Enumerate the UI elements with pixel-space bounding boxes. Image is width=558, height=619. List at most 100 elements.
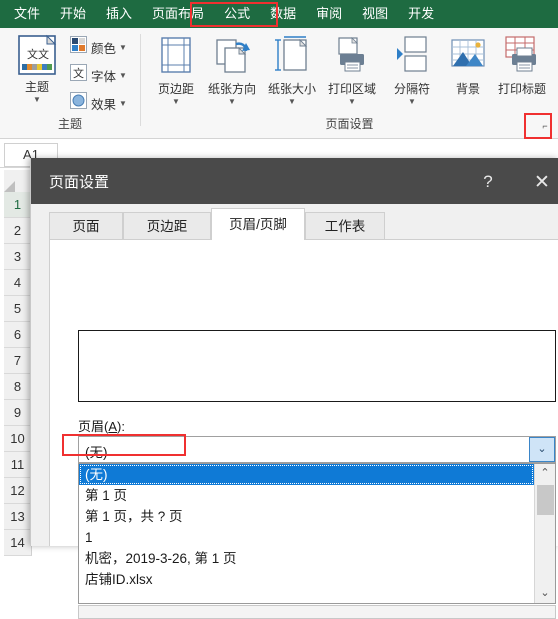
row-header[interactable]: 8 xyxy=(4,374,32,400)
chevron-down-icon[interactable]: ▼ xyxy=(205,97,259,107)
dialog-title-bar[interactable]: 页面设置 ? ✕ xyxy=(31,158,558,204)
header-combo-box[interactable]: (无) ⌄ xyxy=(78,436,556,463)
page-setup-dialog-launcher[interactable]: ⌐ xyxy=(538,119,552,133)
theme-icon: 文 文 xyxy=(16,34,58,80)
row-header[interactable]: 2 xyxy=(4,218,32,244)
list-item[interactable]: 1 xyxy=(79,527,534,548)
row-header[interactable]: 7 xyxy=(4,348,32,374)
row-header[interactable]: 4 xyxy=(4,270,32,296)
chevron-down-icon[interactable]: ⌄ xyxy=(529,437,555,462)
ribbon-tab-insert[interactable]: 插入 xyxy=(96,0,142,28)
list-item[interactable]: (无) xyxy=(79,464,534,485)
ribbon-group-page-setup-label: 页面设置 xyxy=(325,117,374,131)
theme-fonts-icon: 文 xyxy=(70,64,87,86)
orientation-button[interactable]: 纸张方向 ▼ xyxy=(205,34,259,107)
chevron-down-icon[interactable]: ▼ xyxy=(149,97,203,107)
themes-button-label: 主题 xyxy=(24,80,49,94)
scroll-down-icon[interactable]: ⌄ xyxy=(535,584,555,603)
header-label-prefix: 页眉( xyxy=(78,419,109,434)
paper-size-label: 纸张大小 xyxy=(267,82,316,96)
header-label-accesskey: A xyxy=(108,419,118,434)
paper-size-button[interactable]: 纸张大小 ▼ xyxy=(265,34,319,107)
ribbon-tab-formulas[interactable]: 公式 xyxy=(214,0,260,28)
theme-effects-button[interactable]: 效果 ▼ xyxy=(70,92,127,114)
close-icon[interactable]: ✕ xyxy=(523,168,558,196)
chevron-down-icon[interactable]: ▼ xyxy=(119,43,127,52)
list-item[interactable]: 第 1 页 xyxy=(79,485,534,506)
scrollbar-thumb[interactable] xyxy=(537,485,554,515)
row-header[interactable]: 14 xyxy=(4,530,32,556)
theme-fonts-button[interactable]: 文 字体 ▼ xyxy=(70,64,127,86)
theme-colors-button[interactable]: 颜色 ▼ xyxy=(70,36,127,58)
tab-sheet[interactable]: 工作表 xyxy=(305,212,385,240)
orientation-icon xyxy=(210,39,254,82)
tab-margins[interactable]: 页边距 xyxy=(123,212,211,240)
print-area-button[interactable]: 打印区域 ▼ xyxy=(325,34,379,107)
row-header[interactable]: 3 xyxy=(4,244,32,270)
list-item[interactable]: 第 1 页，共 ? 页 xyxy=(79,506,534,527)
ribbon-tab-review[interactable]: 审阅 xyxy=(306,0,352,28)
list-item[interactable]: 店铺ID.xlsx xyxy=(79,569,534,590)
chevron-down-icon[interactable]: ▼ xyxy=(119,99,127,108)
dialog-title: 页面设置 xyxy=(49,174,110,191)
chevron-down-icon[interactable]: ▼ xyxy=(119,71,127,80)
themes-button[interactable]: 文 文 主题 ▼ xyxy=(10,34,64,105)
row-header[interactable]: 11 xyxy=(4,452,32,478)
chevron-down-icon[interactable]: ▼ xyxy=(265,97,319,107)
header-combo-value: (无) xyxy=(85,445,108,460)
corner-triangle-icon xyxy=(4,181,15,192)
print-titles-icon xyxy=(500,36,544,82)
row-header[interactable]: 12 xyxy=(4,478,32,504)
list-item[interactable]: 机密，2019-3-26, 第 1 页 xyxy=(79,548,534,569)
select-all-corner[interactable] xyxy=(4,170,33,193)
row-header[interactable]: 5 xyxy=(4,296,32,322)
ribbon-tab-home[interactable]: 开始 xyxy=(50,0,96,28)
ribbon-tab-file[interactable]: 文件 xyxy=(0,0,50,28)
ribbon-tab-view[interactable]: 视图 xyxy=(352,0,398,28)
theme-effects-icon xyxy=(70,92,87,114)
breaks-button[interactable]: 分隔符 ▼ xyxy=(385,34,439,107)
margins-label: 页边距 xyxy=(157,82,194,96)
tab-page[interactable]: 页面 xyxy=(49,212,123,240)
chevron-down-icon[interactable]: ▼ xyxy=(10,95,64,105)
ribbon-group-themes-label: 主题 xyxy=(57,117,82,131)
dialog-lower-field xyxy=(78,605,556,619)
svg-text:文: 文 xyxy=(73,66,84,80)
print-titles-label: 打印标题 xyxy=(497,82,546,96)
dropdown-scrollbar[interactable]: ⌃ ⌄ xyxy=(534,464,555,603)
orientation-label: 纸张方向 xyxy=(207,82,256,96)
help-icon[interactable]: ? xyxy=(468,168,508,196)
background-button[interactable]: 背景 xyxy=(441,34,495,96)
header-dropdown-list[interactable]: (无) 第 1 页 第 1 页，共 ? 页 1 机密，2019-3-26, 第 … xyxy=(78,463,556,604)
theme-fonts-label: 字体 xyxy=(91,69,117,84)
theme-effects-label: 效果 xyxy=(91,97,117,112)
row-header[interactable]: 13 xyxy=(4,504,32,530)
ribbon-tab-strip: 文件 开始 插入 页面布局 公式 数据 审阅 视图 开发 xyxy=(0,0,558,28)
ribbon-group-themes: 文 文 主题 ▼ 颜色 ▼ 文 字体 ▼ 效果 ▼ 主题 xyxy=(0,28,140,138)
ribbon-tab-data[interactable]: 数据 xyxy=(260,0,306,28)
row-header[interactable]: 6 xyxy=(4,322,32,348)
row-header[interactable]: 1 xyxy=(4,192,32,218)
chevron-down-icon[interactable]: ▼ xyxy=(385,97,439,107)
page-setup-dialog: 页面设置 ? ✕ 页面 页边距 页眉/页脚 工作表 页眉(A): (无) ⌄ (… xyxy=(30,158,558,619)
svg-text:文: 文 xyxy=(27,47,38,61)
margins-button[interactable]: 页边距 ▼ xyxy=(149,34,203,107)
header-field-label: 页眉(A): xyxy=(78,416,125,435)
ribbon-tab-page-layout[interactable]: 页面布局 xyxy=(142,0,214,28)
paper-size-icon xyxy=(270,36,314,82)
dialog-tab-strip: 页面 页边距 页眉/页脚 工作表 xyxy=(49,208,558,240)
ribbon-tab-developer[interactable]: 开发 xyxy=(398,0,444,28)
row-header[interactable]: 10 xyxy=(4,426,32,452)
header-label-suffix: ): xyxy=(117,419,125,434)
print-titles-button[interactable]: 打印标题 xyxy=(491,34,553,96)
svg-text:文: 文 xyxy=(38,47,49,61)
row-header[interactable]: 9 xyxy=(4,400,32,426)
print-area-icon xyxy=(330,37,374,82)
theme-colors-icon xyxy=(70,36,87,58)
tab-header-footer[interactable]: 页眉/页脚 xyxy=(211,208,305,240)
breaks-label: 分隔符 xyxy=(393,82,430,96)
header-preview-box xyxy=(78,330,556,402)
ribbon-body: 文 文 主题 ▼ 颜色 ▼ 文 字体 ▼ 效果 ▼ 主题 页边距 ▼ 纸张方向 … xyxy=(0,28,558,139)
scroll-up-icon[interactable]: ⌃ xyxy=(535,464,555,483)
chevron-down-icon[interactable]: ▼ xyxy=(325,97,379,107)
